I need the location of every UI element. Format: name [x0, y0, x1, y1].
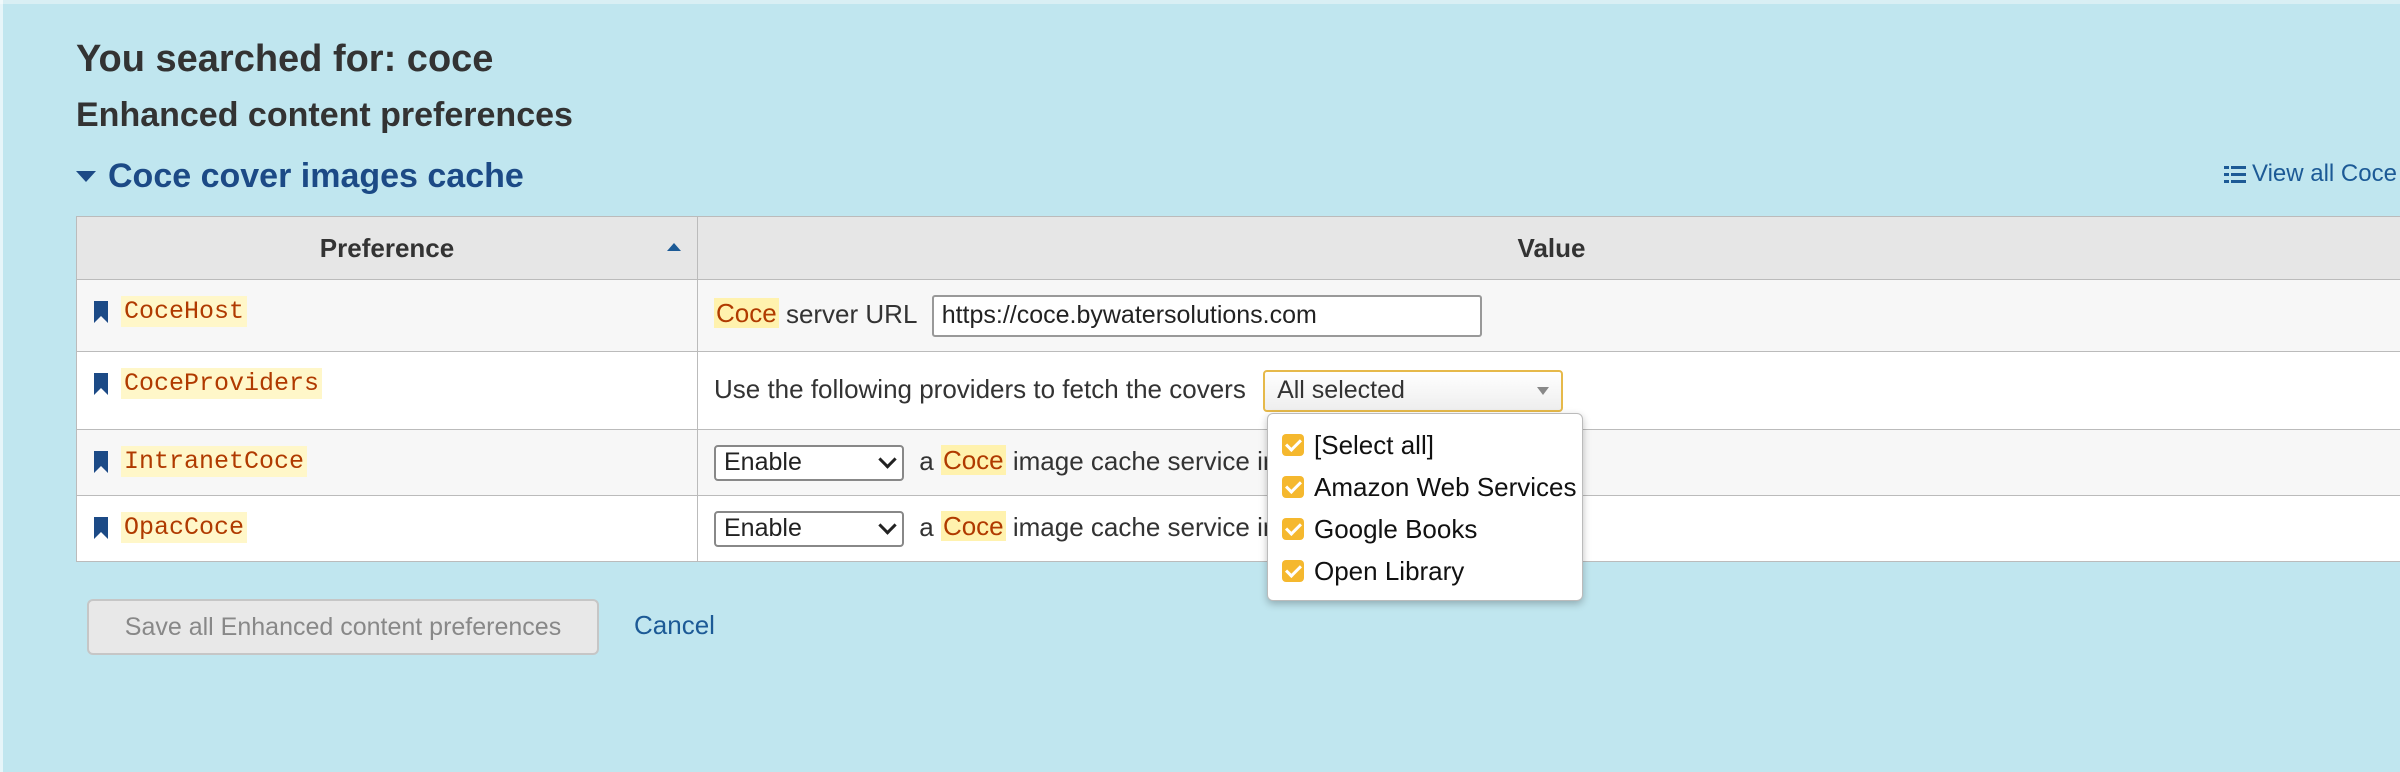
select-value: Enable — [724, 514, 802, 542]
chevron-down-icon — [878, 450, 897, 469]
view-all-label: View all Coce — [2252, 160, 2397, 187]
page-subheading: Enhanced content preferences — [76, 96, 573, 134]
intranet-coce-select[interactable]: Enable — [714, 444, 904, 481]
value-text: server URL — [785, 298, 917, 329]
checkbox-checked-icon[interactable] — [1282, 518, 1304, 540]
multiselect-value: All selected — [1277, 376, 1405, 404]
pref-name: OpacCoce — [121, 512, 248, 543]
coce-host-url-input[interactable] — [931, 294, 1482, 337]
section-toggle-coce-cache[interactable]: Coce cover images cache — [76, 157, 524, 196]
save-all-button[interactable]: Save all Enhanced content preferences — [87, 599, 599, 655]
table-row: OpacCoce Enable a Coce image cache servi… — [76, 495, 2400, 562]
column-header-value[interactable]: Value — [697, 216, 2400, 280]
search-highlight: Coce — [940, 511, 1006, 542]
search-highlight: Coce — [940, 445, 1006, 476]
section-title: Coce cover images cache — [108, 157, 524, 195]
value-text: image cache service in — [1012, 445, 1278, 476]
opac-coce-select[interactable]: Enable — [714, 510, 904, 547]
value-text: Use the following providers to fetch the… — [714, 373, 1246, 404]
value-text: a — [919, 511, 934, 542]
pref-name-cell: CoceProviders — [76, 351, 698, 430]
checkbox-checked-icon[interactable] — [1282, 434, 1304, 456]
option-select-all[interactable]: [Select all] — [1268, 424, 1582, 466]
pref-value-cell: Coce server URL — [697, 279, 2400, 352]
left-border — [0, 0, 3, 772]
bookmark-icon[interactable] — [93, 450, 109, 473]
option-google-books[interactable]: Google Books — [1268, 508, 1582, 550]
caret-down-icon — [76, 171, 96, 182]
pref-name-cell: IntranetCoce — [76, 429, 698, 496]
chevron-down-icon — [1537, 386, 1550, 395]
pref-name-cell: CoceHost — [76, 279, 698, 352]
table-row: CoceProviders Use the following provider… — [76, 351, 2400, 430]
option-label: Amazon Web Services — [1314, 471, 1577, 502]
value-text: image cache service in — [1012, 511, 1278, 542]
sort-ascending-icon — [667, 243, 681, 251]
chevron-down-icon — [878, 516, 897, 535]
bookmark-icon[interactable] — [93, 372, 109, 395]
pref-name-cell: OpacCoce — [76, 495, 698, 562]
search-highlight: Coce — [714, 298, 779, 329]
view-all-link[interactable]: View all Coce — [2224, 160, 2397, 188]
column-header-label: Preference — [319, 232, 455, 263]
top-border — [0, 0, 2400, 4]
checkbox-checked-icon[interactable] — [1282, 560, 1304, 582]
cancel-link[interactable]: Cancel — [634, 610, 715, 641]
option-label: [Select all] — [1314, 429, 1434, 460]
option-open-library[interactable]: Open Library — [1268, 550, 1582, 592]
preferences-table: Preference Value CoceHost Coce server UR… — [76, 216, 2400, 562]
list-icon — [2224, 165, 2246, 183]
column-header-preference[interactable]: Preference — [76, 216, 698, 280]
column-header-label: Value — [1517, 232, 1586, 263]
option-label: Google Books — [1314, 513, 1478, 544]
option-amazon-web-services[interactable]: Amazon Web Services — [1268, 466, 1582, 508]
value-text: a — [919, 445, 934, 476]
checkbox-checked-icon[interactable] — [1282, 476, 1304, 498]
select-value: Enable — [724, 448, 802, 476]
bookmark-icon[interactable] — [93, 300, 109, 323]
table-row: IntranetCoce Enable a Coce image cache s… — [76, 429, 2400, 496]
option-label: Open Library — [1314, 555, 1465, 586]
bookmark-icon[interactable] — [93, 516, 109, 539]
pref-name: CoceProviders — [121, 368, 323, 399]
providers-multiselect[interactable]: All selected — [1263, 369, 1564, 412]
providers-dropdown: [Select all] Amazon Web Services Google … — [1267, 413, 1583, 601]
table-row: CoceHost Coce server URL — [76, 279, 2400, 352]
pref-name: IntranetCoce — [121, 446, 308, 477]
pref-name: CoceHost — [121, 296, 248, 327]
search-heading: You searched for: coce — [76, 38, 494, 80]
